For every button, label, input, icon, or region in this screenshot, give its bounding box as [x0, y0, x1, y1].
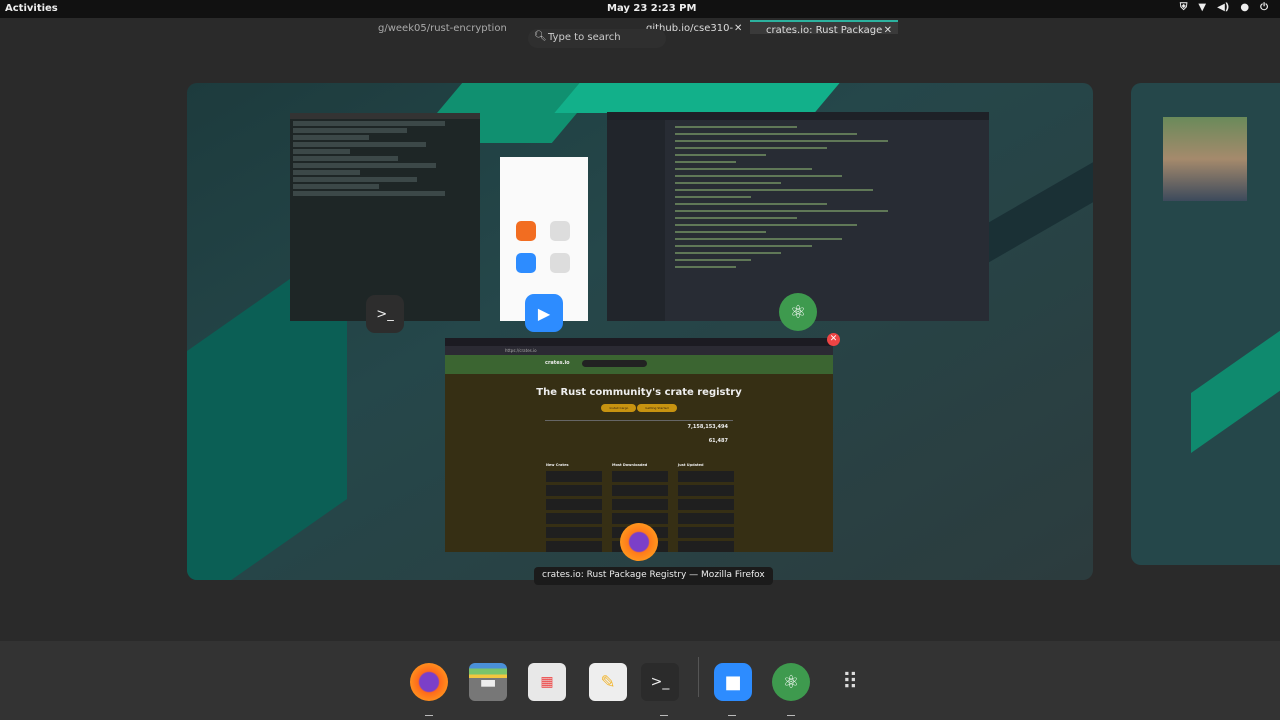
- downloads-count: 7,158,153,494: [687, 424, 729, 430]
- close-icon[interactable]: ✕: [734, 23, 742, 34]
- page-headline: The Rust community's crate registry: [536, 387, 742, 398]
- close-window-icon[interactable]: ✕: [827, 333, 840, 346]
- volume-icon[interactable]: ◀): [1217, 2, 1229, 13]
- window-atom[interactable]: [607, 112, 989, 321]
- tab-rust-encryption[interactable]: g/week05/rust-encryption: [378, 23, 507, 34]
- wifi-icon[interactable]: ▼: [1198, 2, 1206, 13]
- search-icon: 🔍︎: [534, 31, 547, 42]
- window-terminal[interactable]: [290, 113, 480, 321]
- power-icon[interactable]: ⏻: [1260, 2, 1268, 13]
- install-cargo-button[interactable]: Install Cargo: [601, 404, 637, 412]
- crates-count: 61,487: [708, 438, 728, 444]
- top-bar: Activities May 23 2:23 PM ⛨ ▼ ◀) ● ⏻: [0, 0, 1280, 18]
- window-caption: crates.io: Rust Package Registry — Mozil…: [534, 567, 773, 585]
- files-icon[interactable]: ▬: [469, 663, 507, 701]
- zoom-icon[interactable]: ■: [714, 663, 752, 701]
- activities-button[interactable]: Activities: [5, 3, 58, 14]
- text-editor-icon[interactable]: ✎: [589, 663, 627, 701]
- mic-icon[interactable]: ●: [1240, 2, 1249, 13]
- new-crates-column: New Crates: [546, 463, 602, 552]
- crates-logo[interactable]: crates.io: [545, 360, 570, 366]
- shield-icon[interactable]: ⛨: [1180, 2, 1188, 13]
- terminal-icon[interactable]: >_: [641, 663, 679, 701]
- close-icon[interactable]: ✕: [884, 25, 892, 37]
- photo-thumbnail[interactable]: [1163, 117, 1247, 201]
- system-tray[interactable]: ⛨ ▼ ◀) ● ⏻: [1180, 2, 1268, 13]
- atom-icon: ⚛: [779, 293, 817, 331]
- firefox-icon: [620, 523, 658, 561]
- just-updated-column: Just Updated: [678, 463, 734, 552]
- dash: ▬ ▦ ✎ >_ ■ ⚛ ⠿: [0, 641, 1280, 720]
- tab-crates[interactable]: crates.io: Rust Package ✕: [750, 20, 898, 37]
- terminal-icon: >_: [366, 295, 404, 333]
- firefox-icon[interactable]: [410, 663, 448, 701]
- atom-icon[interactable]: ⚛: [772, 663, 810, 701]
- window-firefox[interactable]: https://crates.io crates.io The Rust com…: [445, 338, 833, 552]
- zoom-icon: ▶: [525, 294, 563, 332]
- software-icon[interactable]: ▦: [528, 663, 566, 701]
- show-applications-icon[interactable]: ⠿: [831, 663, 869, 701]
- clock[interactable]: May 23 2:23 PM: [607, 3, 696, 14]
- search-input[interactable]: 🔍︎ Type to search: [528, 29, 666, 48]
- getting-started-button[interactable]: Getting Started: [637, 404, 677, 412]
